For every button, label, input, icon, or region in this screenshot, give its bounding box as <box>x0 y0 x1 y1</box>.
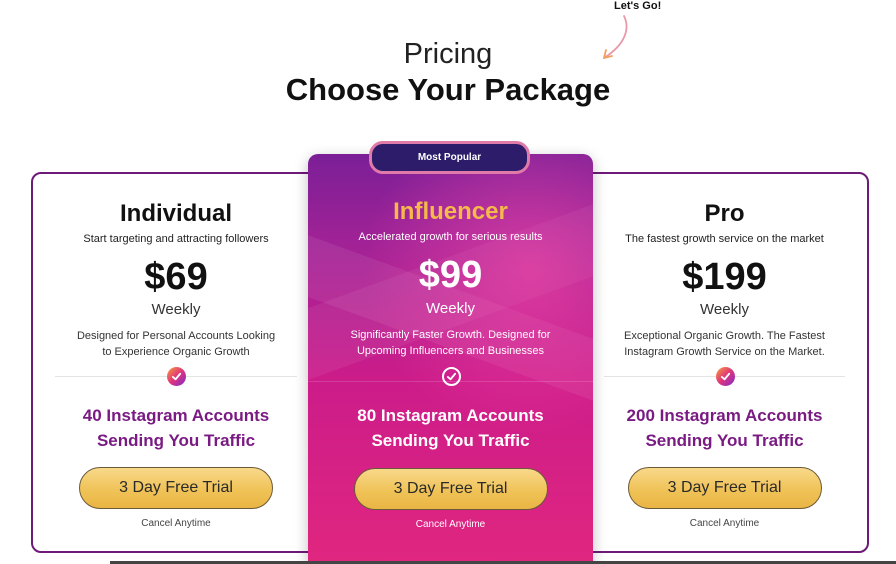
plan-description: Exceptional Organic Growth. The Fastest … <box>602 328 847 360</box>
plan-description-line: Designed for Personal Accounts Looking <box>76 330 276 342</box>
plan-description-line: Upcoming Influencers and Businesses <box>356 345 545 357</box>
pricing-page: Let's Go! Pricing Choose Your Package In… <box>0 0 896 564</box>
most-popular-badge: Most Popular <box>369 141 530 174</box>
plan-period: Weekly <box>151 301 201 318</box>
plan-accounts-line: Sending You Traffic <box>371 431 530 450</box>
free-trial-button[interactable]: 3 Day Free Trial <box>79 467 273 509</box>
plan-accounts-line: 40 Instagram Accounts <box>82 406 270 425</box>
free-trial-button[interactable]: 3 Day Free Trial <box>627 467 822 509</box>
plan-name: Pro <box>704 200 745 227</box>
plan-period: Weekly <box>700 301 749 318</box>
plan-description-line: Instagram Growth Service on the Market. <box>624 346 825 358</box>
cancel-anytime-label: Cancel Anytime <box>415 519 486 530</box>
plan-accounts-line: Sending You Traffic <box>645 431 804 450</box>
cancel-anytime-label: Cancel Anytime <box>689 518 760 529</box>
plan-description-line: Exceptional Organic Growth. The Fastest <box>624 330 825 342</box>
plan-description: Significantly Faster Growth. Designed fo… <box>328 327 573 359</box>
plan-accounts: 80 Instagram Accounts Sending You Traffi… <box>308 403 593 453</box>
plan-accounts-line: 80 Instagram Accounts <box>357 406 544 425</box>
plan-tagline: Start targeting and attracting followers <box>83 233 269 245</box>
free-trial-button[interactable]: 3 Day Free Trial <box>353 468 548 510</box>
lets-go-label: Let's Go! <box>614 0 662 12</box>
plan-accounts-line: Sending You Traffic <box>96 431 256 450</box>
plan-tagline: Accelerated growth for serious results <box>358 231 543 243</box>
plan-price: $69 <box>144 256 208 298</box>
check-circle-icon <box>167 367 186 386</box>
plan-description-line: to Experience Organic Growth <box>102 346 250 358</box>
plan-price: $99 <box>418 254 483 296</box>
cancel-anytime-label: Cancel Anytime <box>141 518 211 529</box>
plan-price: $199 <box>682 256 767 298</box>
plan-card-influencer: Influencer Accelerated growth for seriou… <box>308 154 593 564</box>
plan-description: Designed for Personal Accounts Looking t… <box>53 328 299 360</box>
plan-accounts: 200 Instagram Accounts Sending You Traff… <box>582 403 867 453</box>
plan-accounts-line: 200 Instagram Accounts <box>626 406 823 425</box>
plan-card-individual: Individual Start targeting and attractin… <box>31 172 321 553</box>
page-subtitle: Pricing <box>403 38 493 70</box>
page-title: Choose Your Package <box>285 72 611 107</box>
plan-period: Weekly <box>426 300 475 317</box>
plan-card-pro: Pro The fastest growth service on the ma… <box>580 172 869 553</box>
plan-tagline: The fastest growth service on the market <box>625 233 824 245</box>
check-circle-icon <box>441 367 461 386</box>
check-circle-icon <box>715 367 735 386</box>
plan-accounts: 40 Instagram Accounts Sending You Traffi… <box>33 403 319 453</box>
plan-name: Influencer <box>393 198 508 225</box>
plan-description-line: Significantly Faster Growth. Designed fo… <box>350 329 551 341</box>
plan-name: Individual <box>119 200 232 227</box>
